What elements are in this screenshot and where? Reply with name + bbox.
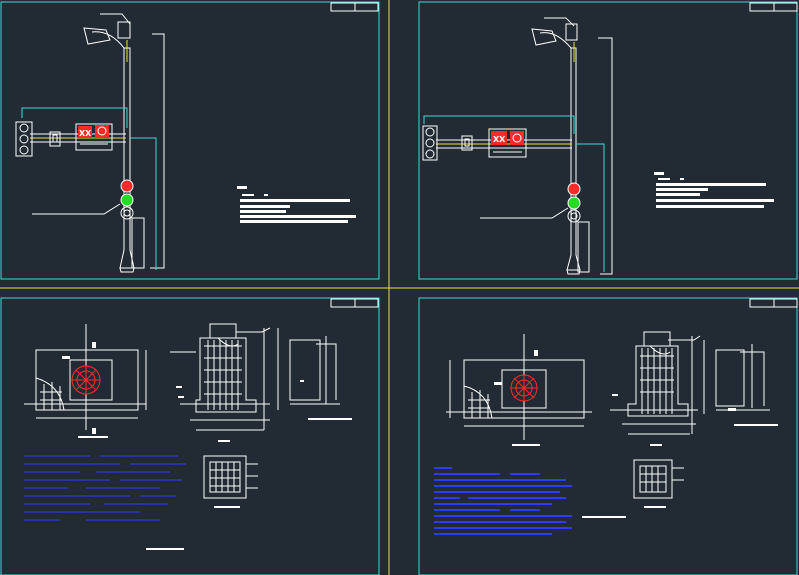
traffic-pole: XX [422, 17, 613, 275]
scale-bar [582, 516, 626, 518]
foundation-section [610, 331, 701, 446]
sheet-frame [0, 1, 380, 280]
foundation-plan [24, 324, 147, 438]
sheet-top-left: XX [0, 1, 380, 280]
sheet-bottom-right [418, 297, 798, 575]
rebar-cage-icon [633, 459, 684, 508]
anchor-detail [703, 340, 778, 426]
traffic-pole: XX [15, 13, 165, 273]
sign-text: XX [493, 135, 506, 144]
notes-block [654, 172, 774, 208]
street-lamp-icon [83, 21, 131, 62]
sheet-frame [0, 297, 380, 575]
sheet-bottom-left [0, 297, 380, 575]
rebar-cage-icon [203, 455, 258, 508]
sign-text: XX [79, 129, 92, 138]
cad-drawing-canvas: XX XX [0, 0, 799, 575]
foundation-plan [446, 334, 592, 446]
traffic-signal-head-icon [15, 121, 33, 157]
blue-notes [434, 467, 572, 535]
blue-notes [24, 455, 186, 521]
scale-bar [146, 548, 184, 550]
foundation-section [170, 323, 271, 442]
traffic-signal-head-icon [422, 125, 438, 161]
notes-block [237, 186, 356, 223]
anchor-detail [277, 328, 352, 420]
sheet-top-right: XX [418, 1, 798, 280]
street-lamp-icon [531, 23, 578, 62]
